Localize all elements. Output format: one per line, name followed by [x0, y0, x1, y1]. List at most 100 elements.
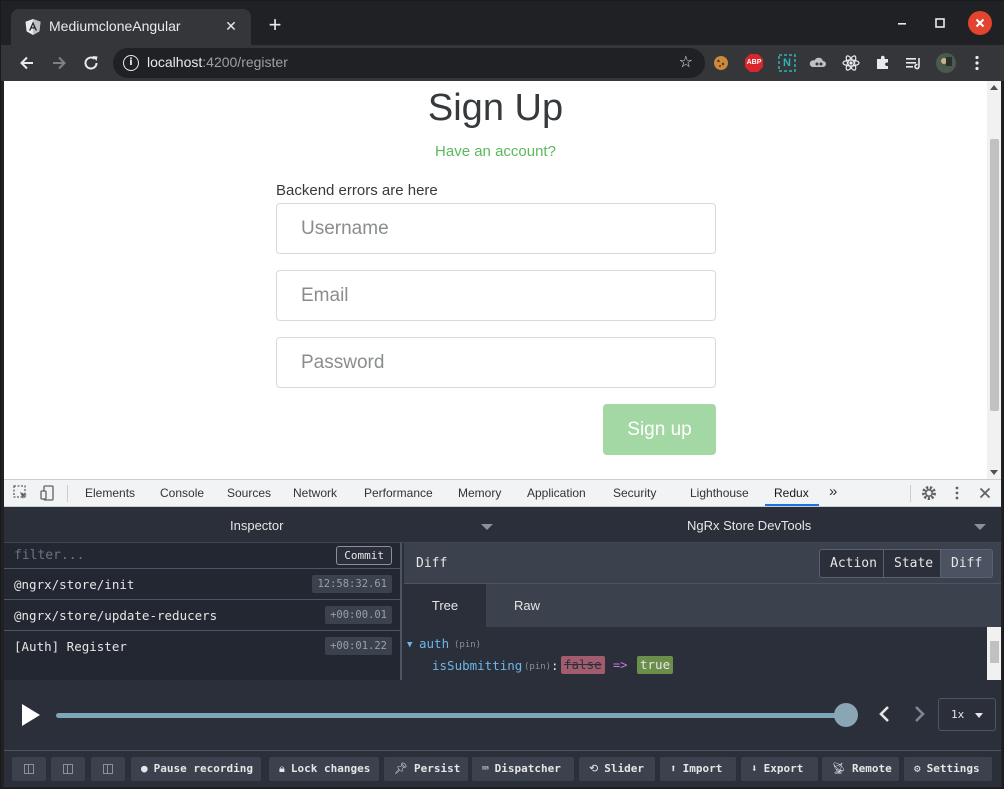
- n-icon[interactable]: N: [777, 53, 797, 73]
- tree-scrollbar-thumb[interactable]: [990, 641, 999, 663]
- speed-select[interactable]: 1x: [938, 698, 996, 731]
- have-account-link[interactable]: Have an account?: [4, 143, 987, 160]
- import-label: Import: [682, 762, 723, 775]
- instance-selector[interactable]: NgRx Store DevTools: [687, 518, 811, 533]
- media-queue-icon[interactable]: [904, 53, 924, 73]
- password-field[interactable]: [276, 337, 716, 388]
- inspect-element-icon[interactable]: [12, 484, 30, 502]
- tab-title: MediumcloneAngular: [49, 18, 181, 34]
- minimize-icon[interactable]: [890, 11, 914, 35]
- export-button[interactable]: ⬇ Export: [741, 757, 818, 781]
- tab-console[interactable]: Console: [160, 486, 204, 500]
- filter-row: filter... Commit: [4, 543, 402, 569]
- tab-diff[interactable]: Diff: [940, 549, 994, 578]
- redux-devtools: Inspector NgRx Store DevTools filter... …: [4, 507, 1001, 787]
- new-tab-button[interactable]: +: [263, 13, 287, 37]
- instance-dropdown-icon[interactable]: [974, 524, 986, 530]
- tab-elements[interactable]: Elements: [85, 486, 135, 500]
- device-toolbar-icon[interactable]: [39, 484, 57, 502]
- more-tabs-icon[interactable]: »: [829, 483, 837, 500]
- layout-icon: [24, 764, 34, 774]
- avatar[interactable]: [936, 53, 956, 73]
- dispatcher-button[interactable]: ⌨ Dispatcher: [472, 757, 574, 781]
- tab-tree[interactable]: Tree: [404, 584, 486, 627]
- url-text[interactable]: localhost:4200/register: [147, 54, 288, 70]
- import-button[interactable]: ⬆ Import: [660, 757, 736, 781]
- tree-key-auth[interactable]: auth: [419, 636, 449, 651]
- step-back-icon[interactable]: [876, 702, 894, 726]
- password-input[interactable]: [277, 338, 715, 387]
- tree-key-issubmitting[interactable]: isSubmitting: [432, 658, 522, 673]
- monitor-dropdown-icon[interactable]: [481, 524, 493, 530]
- site-info-icon[interactable]: i: [123, 55, 139, 71]
- pin-link[interactable]: (pin): [454, 640, 481, 650]
- forward-icon[interactable]: [46, 50, 72, 76]
- browser-tab[interactable]: MediumcloneAngular ✕: [11, 9, 251, 45]
- slider-label: Slider: [604, 762, 644, 775]
- tab-redux[interactable]: Redux: [774, 486, 809, 500]
- tab-security[interactable]: Security: [613, 486, 656, 500]
- action-row[interactable]: @ngrx/store/init 12:58:32.61: [4, 569, 402, 600]
- abp-icon[interactable]: ABP: [744, 53, 764, 73]
- tab-close-icon[interactable]: ✕: [221, 17, 241, 37]
- tab-sources[interactable]: Sources: [227, 486, 271, 500]
- export-icon: ⬇: [751, 762, 758, 775]
- action-row[interactable]: @ngrx/store/update-reducers +00:00.01: [4, 600, 402, 631]
- tab-lighthouse[interactable]: Lighthouse: [690, 486, 749, 500]
- play-icon[interactable]: [22, 704, 40, 726]
- lock-changes-label: Lock changes: [290, 762, 371, 775]
- back-icon[interactable]: [14, 50, 40, 76]
- devtools-close-icon[interactable]: [976, 484, 994, 502]
- reload-icon[interactable]: [78, 50, 104, 76]
- scroll-down-icon[interactable]: [990, 470, 998, 475]
- tab-performance[interactable]: Performance: [364, 486, 433, 500]
- pause-recording-button[interactable]: ● Pause recording: [131, 757, 261, 781]
- action-row[interactable]: [Auth] Register +00:01.22: [4, 631, 402, 662]
- tab-network[interactable]: Network: [293, 486, 337, 500]
- scrollbar-thumb[interactable]: [990, 139, 999, 411]
- email-input[interactable]: [277, 271, 715, 320]
- persist-label: Persist: [413, 762, 461, 775]
- layout-right-button[interactable]: [51, 757, 85, 781]
- react-icon[interactable]: [841, 53, 861, 73]
- remote-button[interactable]: 📡︎ Remote: [822, 757, 899, 781]
- username-input[interactable]: [277, 204, 715, 253]
- action-name: @ngrx/store/init: [14, 577, 135, 592]
- puzzle-icon[interactable]: [873, 53, 893, 73]
- devtools-settings-icon[interactable]: [920, 484, 938, 502]
- slider-handle[interactable]: [834, 703, 858, 727]
- slider-area: 1x: [4, 680, 1001, 750]
- layout-bottom-button[interactable]: [91, 757, 125, 781]
- sign-up-button[interactable]: Sign up: [603, 404, 716, 455]
- tree-scrollbar[interactable]: [987, 627, 1001, 680]
- tab-memory[interactable]: Memory: [458, 486, 501, 500]
- cookie-icon[interactable]: [711, 53, 731, 73]
- page-scrollbar[interactable]: [987, 81, 1001, 479]
- devtools-menu-icon[interactable]: [948, 484, 966, 502]
- window-close-icon[interactable]: [968, 11, 992, 35]
- slider-button[interactable]: ⟲ Slider: [579, 757, 655, 781]
- expand-triangle-icon[interactable]: ▼: [407, 640, 412, 650]
- scroll-up-icon[interactable]: [990, 85, 998, 90]
- history-slider[interactable]: [56, 713, 849, 718]
- commit-button[interactable]: Commit: [336, 546, 392, 565]
- tab-action[interactable]: Action: [819, 549, 888, 578]
- step-forward-icon[interactable]: [910, 702, 928, 726]
- tab-application[interactable]: Application: [527, 486, 586, 500]
- email-field[interactable]: [276, 270, 716, 321]
- username-field[interactable]: [276, 203, 716, 254]
- maximize-icon[interactable]: [928, 11, 952, 35]
- bookmark-star-icon[interactable]: ☆: [679, 52, 693, 71]
- pin-link[interactable]: (pin): [524, 662, 551, 672]
- layout-left-button[interactable]: [12, 757, 46, 781]
- tab-state[interactable]: State: [883, 549, 945, 578]
- browser-menu-icon[interactable]: [967, 53, 987, 73]
- lock-changes-button[interactable]: 🔒︎ Lock changes: [269, 757, 379, 781]
- persist-button[interactable]: 📌︎ Persist: [384, 757, 468, 781]
- cloud-icon[interactable]: [808, 53, 828, 73]
- settings-button[interactable]: ⚙ Settings: [904, 757, 992, 781]
- address-bar[interactable]: i localhost:4200/register ☆: [113, 48, 705, 78]
- tab-raw[interactable]: Raw: [486, 584, 568, 627]
- filter-input[interactable]: filter...: [14, 548, 84, 563]
- monitor-selector[interactable]: Inspector: [230, 518, 283, 533]
